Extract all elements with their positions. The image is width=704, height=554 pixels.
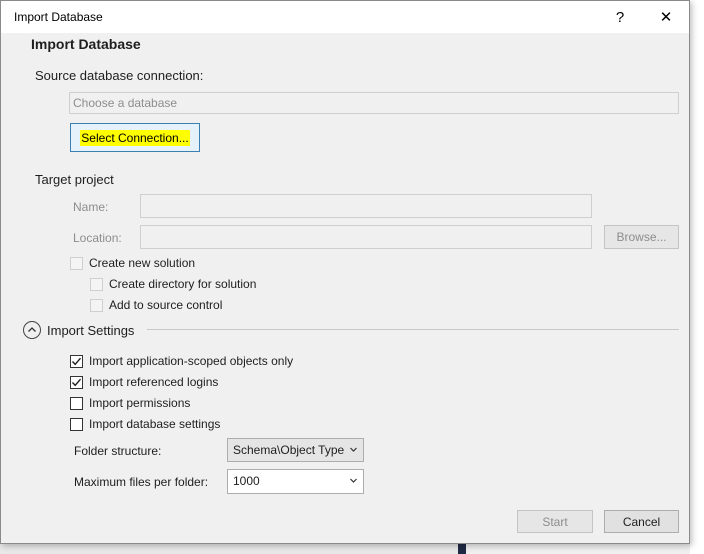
title-bar: Import Database ? ✕ bbox=[1, 1, 689, 33]
location-label: Location: bbox=[73, 231, 122, 245]
target-project-label: Target project bbox=[35, 172, 114, 187]
import-referenced-logins-checkbox[interactable] bbox=[70, 376, 83, 389]
import-permissions-label: Import permissions bbox=[89, 396, 191, 410]
window-title: Import Database bbox=[14, 10, 103, 24]
browse-button[interactable]: Browse... bbox=[604, 225, 679, 249]
import-referenced-logins-label: Import referenced logins bbox=[89, 375, 219, 389]
import-settings-label: Import Settings bbox=[47, 323, 135, 338]
add-source-control-checkbox[interactable] bbox=[90, 299, 103, 312]
max-files-combobox[interactable]: 1000 bbox=[227, 469, 364, 494]
start-button[interactable]: Start bbox=[517, 510, 593, 533]
select-connection-button[interactable]: Select Connection... bbox=[70, 123, 200, 152]
select-connection-label: Select Connection... bbox=[80, 129, 190, 146]
close-button[interactable]: ✕ bbox=[643, 1, 689, 33]
checkmark-icon bbox=[71, 378, 82, 387]
collapse-import-settings-button[interactable] bbox=[23, 321, 41, 339]
database-placeholder: Choose a database bbox=[73, 96, 178, 110]
import-app-scoped-label: Import application-scoped objects only bbox=[89, 354, 294, 368]
project-name-input[interactable] bbox=[140, 194, 592, 218]
import-database-dialog: Import Database ? ✕ Import Database Sour… bbox=[0, 0, 690, 544]
max-files-value: 1000 bbox=[233, 474, 260, 488]
close-icon: ✕ bbox=[659, 9, 673, 26]
background-app-area bbox=[690, 0, 704, 554]
folder-structure-dropdown[interactable]: Schema\Object Type bbox=[227, 438, 364, 462]
create-directory-label: Create directory for solution bbox=[109, 277, 257, 291]
folder-structure-value: Schema\Object Type bbox=[233, 443, 345, 457]
chevron-down-icon bbox=[350, 447, 357, 452]
create-new-solution-label: Create new solution bbox=[89, 256, 196, 270]
help-button[interactable]: ? bbox=[597, 1, 643, 33]
create-new-solution-checkbox[interactable] bbox=[70, 257, 83, 270]
chevron-down-icon bbox=[350, 478, 357, 483]
folder-structure-label: Folder structure: bbox=[74, 444, 162, 458]
import-permissions-checkbox[interactable] bbox=[70, 397, 83, 410]
add-source-control-label: Add to source control bbox=[109, 298, 223, 312]
import-app-scoped-checkbox[interactable] bbox=[70, 355, 83, 368]
create-directory-checkbox[interactable] bbox=[90, 278, 103, 291]
project-location-input[interactable] bbox=[140, 225, 592, 249]
max-files-label: Maximum files per folder: bbox=[74, 475, 209, 489]
checkmark-icon bbox=[71, 357, 82, 366]
import-settings-divider bbox=[147, 329, 679, 330]
background-app-bar bbox=[458, 544, 466, 554]
chevron-up-icon bbox=[28, 327, 36, 332]
import-database-settings-label: Import database settings bbox=[89, 417, 221, 431]
background-app-area-bottom bbox=[0, 544, 458, 554]
dialog-heading: Import Database bbox=[31, 36, 141, 52]
name-label: Name: bbox=[73, 200, 109, 214]
cancel-button[interactable]: Cancel bbox=[604, 510, 679, 533]
help-icon: ? bbox=[615, 8, 625, 26]
import-database-settings-checkbox[interactable] bbox=[70, 418, 83, 431]
source-connection-label: Source database connection: bbox=[35, 68, 204, 83]
database-connection-input[interactable]: Choose a database bbox=[69, 92, 679, 114]
